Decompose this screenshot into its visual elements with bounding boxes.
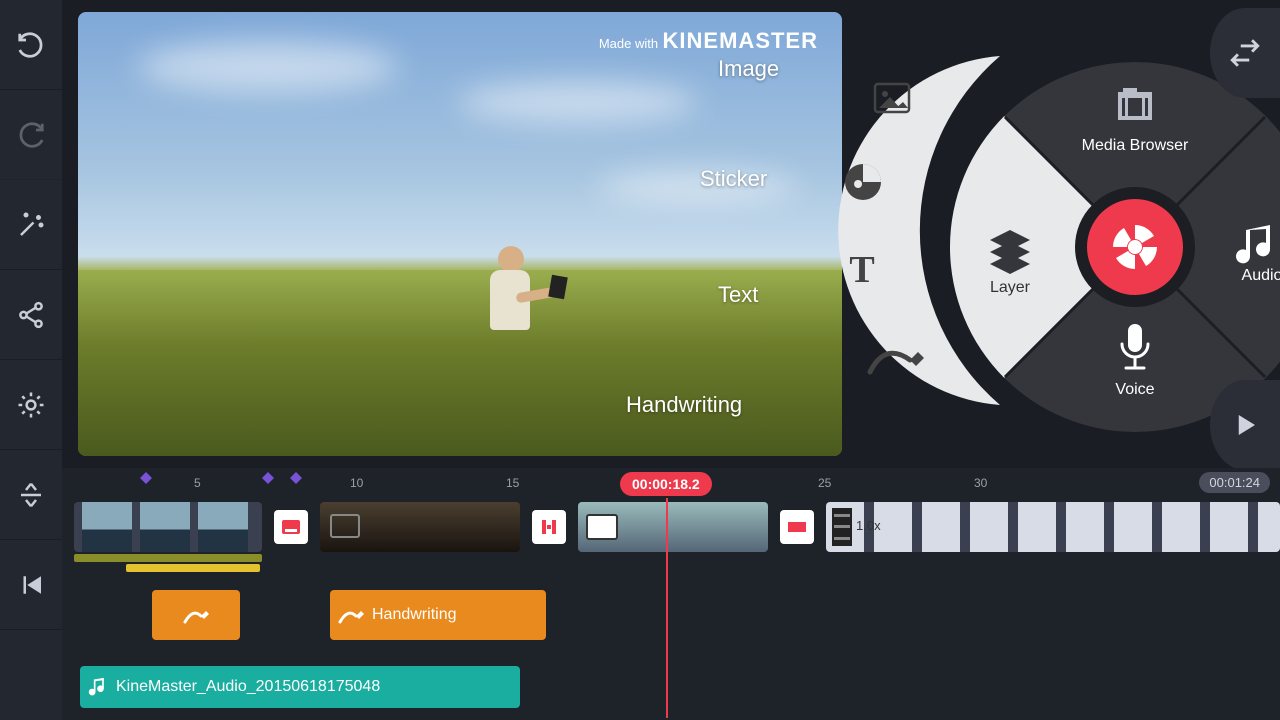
svg-text:Audio: Audio [1242,267,1280,284]
total-duration: 00:01:24 [1199,472,1270,493]
left-toolbar [0,0,62,720]
svg-text:Media Browser: Media Browser [1082,137,1189,154]
handwriting-clip[interactable] [152,590,240,640]
transition-clip[interactable] [274,510,308,544]
playhead[interactable]: 00:00:18.2 [620,472,712,496]
action-wheel: Media Browser Layer Audio Voice [950,62,1280,432]
video-clip[interactable]: 1.0x [826,502,1280,552]
layer-text-button[interactable]: T [849,249,874,291]
settings-button[interactable] [0,360,62,450]
redo-button[interactable] [0,90,62,180]
jump-start-button[interactable] [0,540,62,630]
bookmark-marker[interactable] [290,472,302,484]
share-button[interactable] [0,270,62,360]
video-clip[interactable] [74,502,262,552]
label-image: Image [718,56,779,82]
label-sticker: Sticker [700,166,767,192]
handwriting-clip[interactable]: Handwriting [330,590,546,640]
video-clip[interactable] [320,502,520,552]
undo-button[interactable] [0,0,62,90]
play-button[interactable] [1210,380,1280,470]
svg-text:Layer: Layer [990,279,1031,296]
preview-pane[interactable]: Made with KINEMASTER Image Sticker Text … [78,12,842,456]
bookmark-marker[interactable] [140,472,152,484]
watermark: Made with KINEMASTER [599,28,818,54]
audio-clip[interactable]: KineMaster_Audio_20150618175048 [80,666,520,708]
svg-text:Voice: Voice [1115,381,1154,398]
label-text: Text [718,282,758,308]
export-button[interactable] [1210,8,1280,98]
layer-sticker-button[interactable] [845,164,881,200]
video-clip[interactable] [578,502,768,552]
effects-button[interactable] [0,180,62,270]
label-handwriting: Handwriting [626,392,742,418]
expand-timeline-button[interactable] [0,450,62,540]
transition-clip[interactable] [780,510,814,544]
timeline: 5 10 15 20 25 30 00:00:18.2 00:01:24 [62,468,1280,720]
bookmark-marker[interactable] [262,472,274,484]
transition-clip[interactable] [532,510,566,544]
svg-text:T: T [849,249,874,291]
